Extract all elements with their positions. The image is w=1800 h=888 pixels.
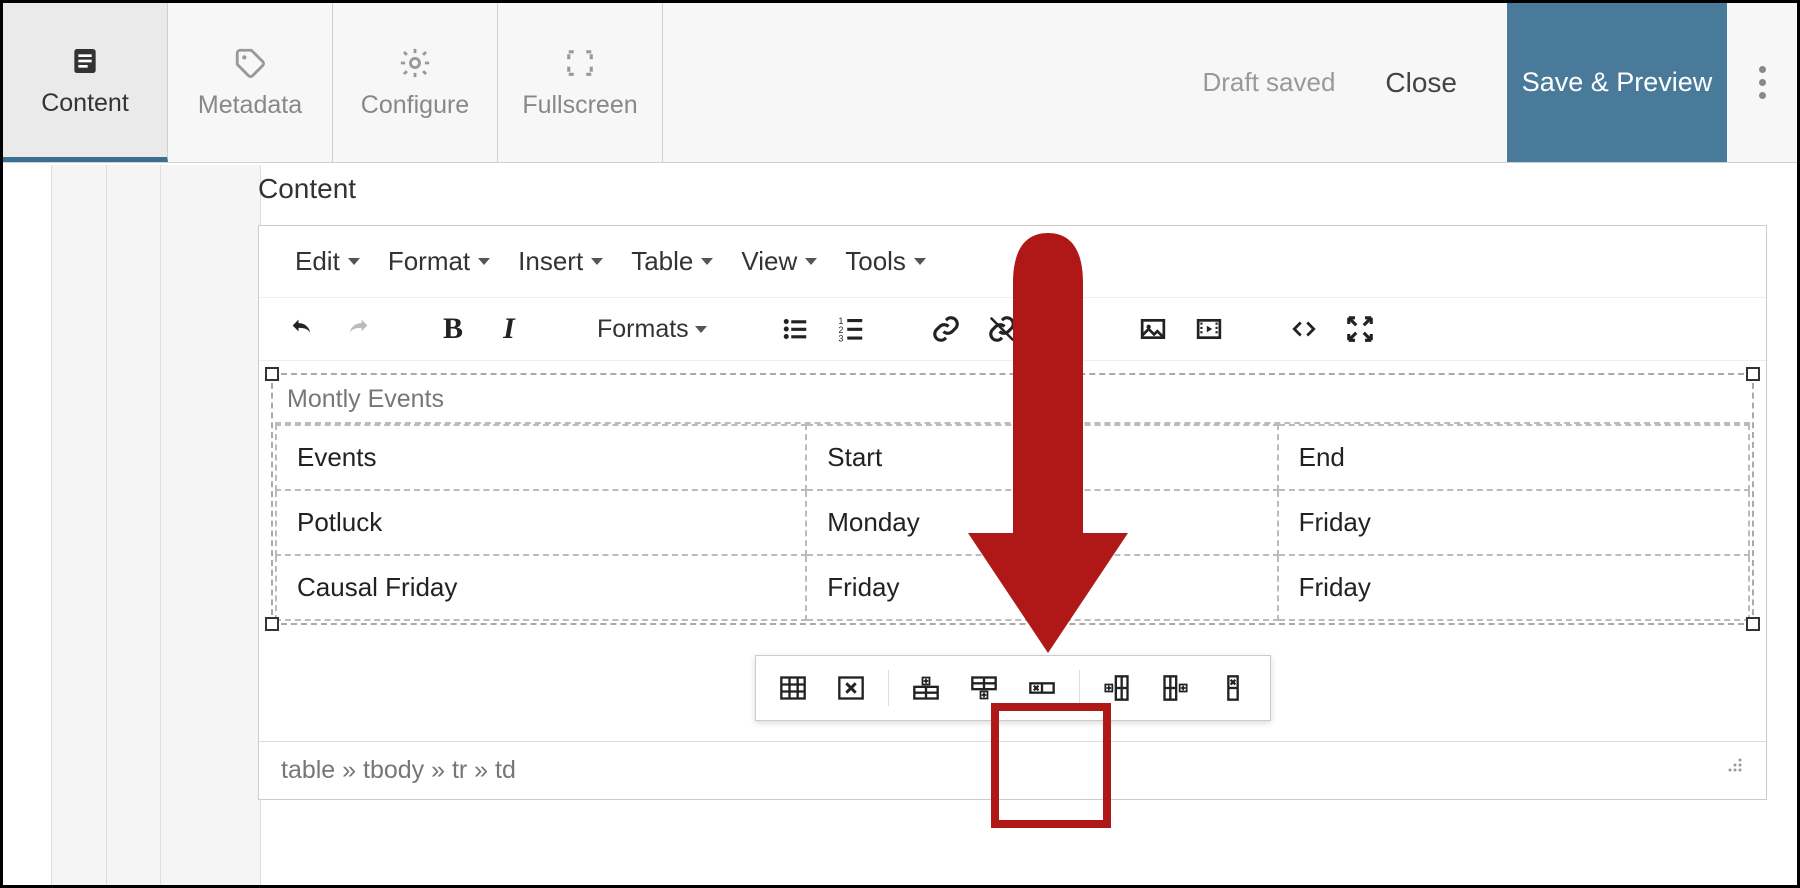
editor-menubar: Edit Format Insert Table View Tools [259, 226, 1766, 298]
table-cell[interactable]: Potluck [276, 490, 806, 555]
tab-content[interactable]: Content [3, 3, 168, 162]
image-button[interactable] [1136, 312, 1170, 346]
resize-grip-icon[interactable] [1726, 756, 1744, 774]
unlink-button[interactable] [985, 312, 1019, 346]
resize-handle[interactable] [265, 367, 279, 381]
table-cell[interactable]: Events [276, 425, 806, 490]
table-cell[interactable]: Monday [806, 490, 1277, 555]
link-button[interactable] [929, 312, 963, 346]
formats-dropdown[interactable]: Formats [587, 315, 717, 344]
redo-button[interactable] [341, 312, 375, 346]
table-cell[interactable]: Friday [806, 555, 1277, 620]
table-row[interactable]: Potluck Monday Friday [276, 490, 1749, 555]
save-preview-button[interactable]: Save & Preview [1507, 3, 1727, 162]
insert-col-before-button[interactable] [1092, 666, 1142, 710]
menu-tools[interactable]: Tools [831, 240, 940, 283]
insert-row-before-button[interactable] [901, 666, 951, 710]
left-gutter [51, 165, 261, 885]
menu-format[interactable]: Format [374, 240, 504, 283]
bold-button[interactable]: B [436, 312, 470, 346]
editor-statusbar: table » tbody » tr » td [259, 741, 1766, 799]
resize-handle[interactable] [1746, 617, 1760, 631]
resize-handle[interactable] [265, 617, 279, 631]
caret-down-icon [805, 258, 817, 265]
undo-button[interactable] [285, 312, 319, 346]
table-cell[interactable]: Start [806, 425, 1277, 490]
table-cell[interactable]: Causal Friday [276, 555, 806, 620]
insert-col-after-button[interactable] [1150, 666, 1200, 710]
svg-text:3: 3 [838, 334, 843, 344]
caret-down-icon [701, 258, 713, 265]
gear-icon [397, 45, 433, 81]
editable-table[interactable]: Montly Events Events Start End Potluck M… [271, 373, 1754, 625]
menu-edit[interactable]: Edit [281, 240, 374, 283]
table-cell[interactable]: Friday [1278, 555, 1749, 620]
caret-down-icon [478, 258, 490, 265]
more-menu-button[interactable] [1727, 3, 1797, 162]
resize-handle[interactable] [1746, 367, 1760, 381]
menu-insert[interactable]: Insert [504, 240, 617, 283]
table-caption[interactable]: Montly Events [275, 377, 1750, 424]
expand-button[interactable] [1343, 312, 1377, 346]
bullet-list-button[interactable] [778, 312, 812, 346]
tab-fullscreen[interactable]: Fullscreen [498, 3, 663, 162]
table-context-toolbar [755, 655, 1271, 721]
table-cell[interactable]: Friday [1278, 490, 1749, 555]
table-properties-button[interactable] [768, 666, 818, 710]
menu-view[interactable]: View [727, 240, 831, 283]
delete-table-button[interactable] [826, 666, 876, 710]
element-path[interactable]: table » tbody » tr » td [281, 756, 516, 785]
tab-metadata[interactable]: Metadata [168, 3, 333, 162]
tab-label: Fullscreen [522, 91, 637, 120]
table-row[interactable]: Causal Friday Friday Friday [276, 555, 1749, 620]
fullscreen-icon [562, 45, 598, 81]
code-button[interactable] [1287, 312, 1321, 346]
caret-down-icon [695, 326, 707, 333]
menu-table[interactable]: Table [617, 240, 727, 283]
top-tab-bar: Content Metadata Configure Fullscreen Dr… [3, 3, 1797, 163]
section-heading: Content [258, 173, 1767, 205]
table-row[interactable]: Events Start End [276, 425, 1749, 490]
tab-label: Metadata [198, 91, 302, 120]
rich-text-editor: Edit Format Insert Table View Tools B I … [258, 225, 1767, 800]
table-cell[interactable]: End [1278, 425, 1749, 490]
caret-down-icon [914, 258, 926, 265]
tab-label: Content [41, 89, 129, 118]
insert-row-after-button[interactable] [959, 666, 1009, 710]
content-icon [67, 43, 103, 79]
delete-col-button[interactable] [1208, 666, 1258, 710]
media-button[interactable] [1192, 312, 1226, 346]
delete-row-button[interactable] [1017, 666, 1067, 710]
close-button[interactable]: Close [1385, 67, 1457, 99]
tag-icon [232, 45, 268, 81]
bookmark-button[interactable] [1041, 312, 1075, 346]
editor-toolbar: B I Formats 123 [259, 298, 1766, 361]
caret-down-icon [591, 258, 603, 265]
numbered-list-button[interactable]: 123 [834, 312, 868, 346]
draft-status: Draft saved [1202, 67, 1335, 98]
vertical-dots-icon [1759, 66, 1766, 99]
tab-label: Configure [361, 91, 469, 120]
caret-down-icon [348, 258, 360, 265]
italic-button[interactable]: I [492, 312, 526, 346]
editor-canvas[interactable]: Montly Events Events Start End Potluck M… [259, 361, 1766, 671]
tab-configure[interactable]: Configure [333, 3, 498, 162]
